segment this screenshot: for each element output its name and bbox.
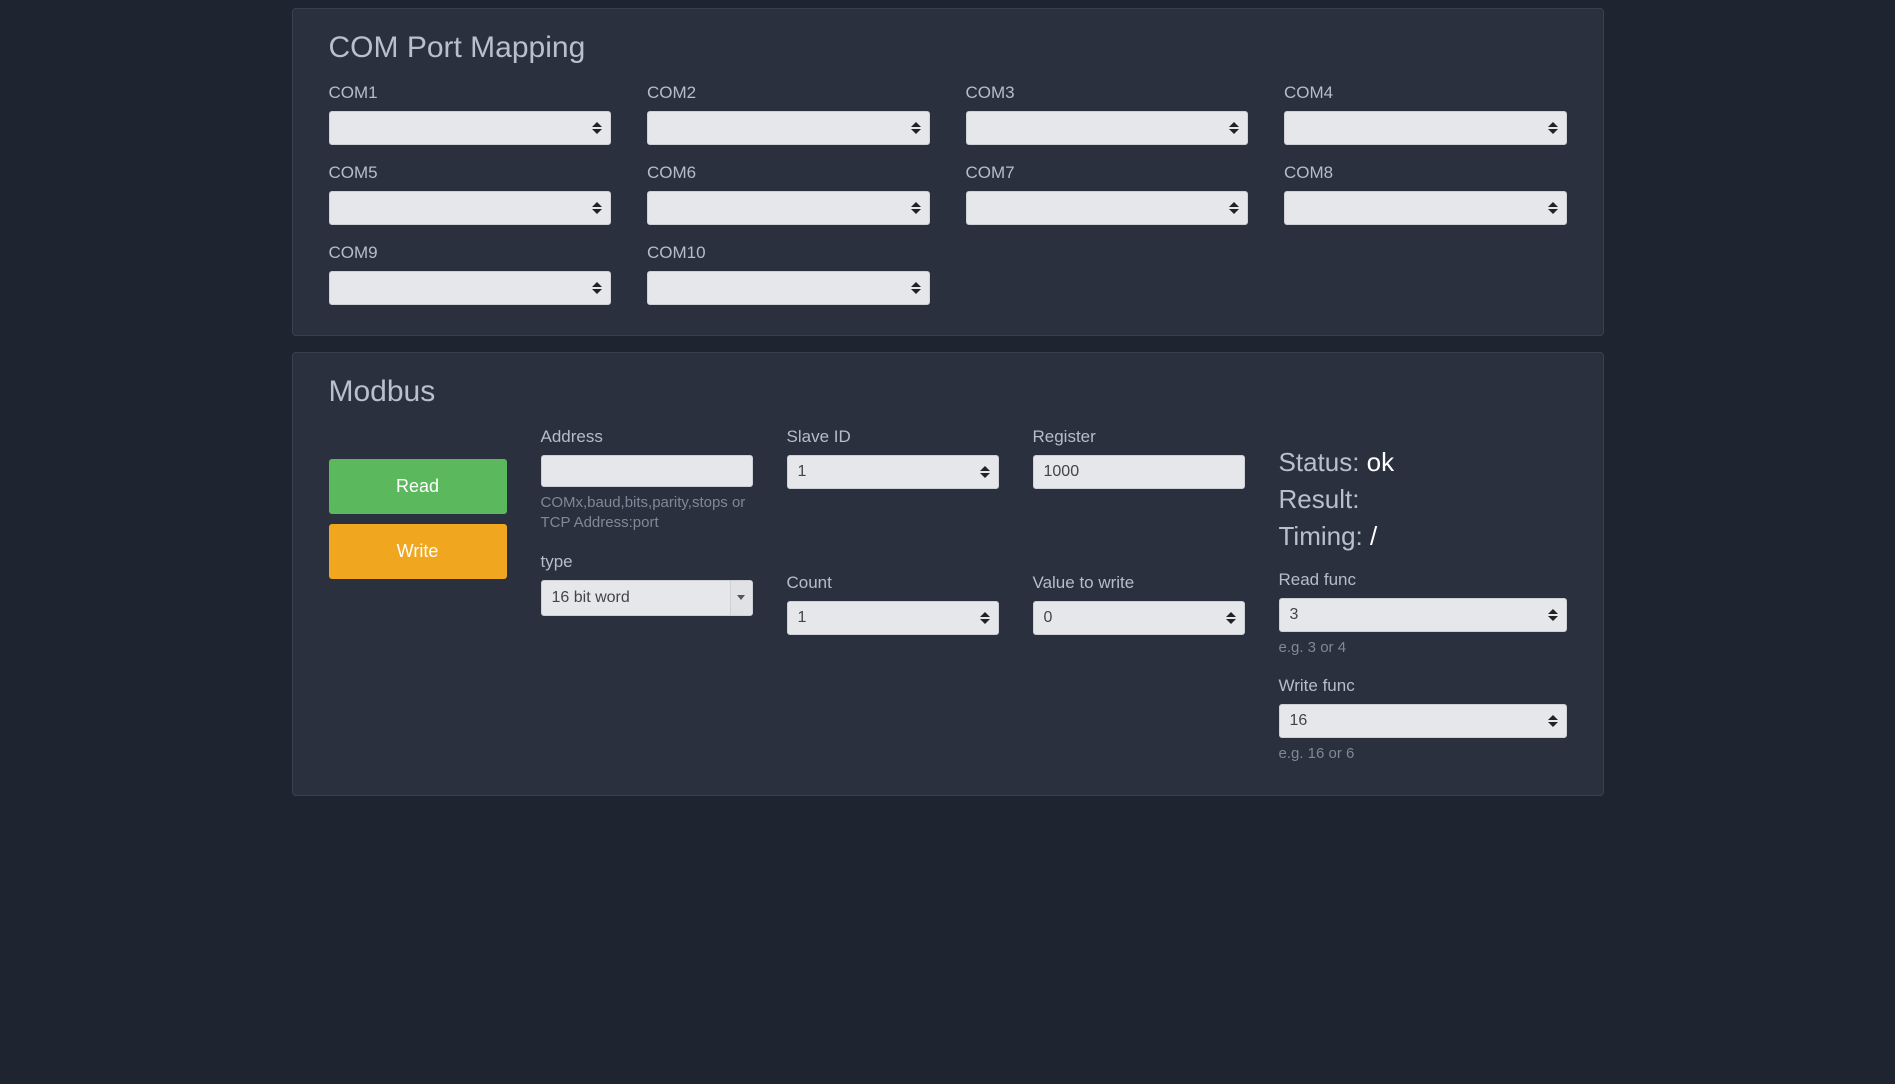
spinner-icon[interactable] [1548, 119, 1560, 137]
result-label: Result: [1279, 484, 1360, 514]
com-port-field: COM6 [647, 163, 930, 225]
com-port-label: COM1 [329, 83, 612, 103]
com-port-label: COM8 [1284, 163, 1567, 183]
read-func-label: Read func [1279, 570, 1567, 590]
spinner-icon[interactable] [592, 119, 604, 137]
com-port-label: COM6 [647, 163, 930, 183]
com-port-input[interactable] [966, 111, 1249, 145]
spinner-icon[interactable] [592, 279, 604, 297]
com-port-field: COM9 [329, 243, 612, 305]
col-address-type: Address COMx,baud,bits,parity,stops or T… [541, 427, 753, 616]
spinner-icon[interactable] [1226, 609, 1238, 627]
register-input[interactable]: 1000 [1033, 455, 1245, 489]
col-register-value: Register 1000 Value to write 0 [1033, 427, 1245, 635]
address-label: Address [541, 427, 753, 447]
spinner-icon[interactable] [1548, 606, 1560, 624]
count-label: Count [787, 573, 999, 593]
spinner-icon[interactable] [1548, 199, 1560, 217]
com-port-field: COM5 [329, 163, 612, 225]
com-port-input[interactable] [966, 191, 1249, 225]
slave-id-value: 1 [798, 463, 807, 481]
com-port-input[interactable] [647, 111, 930, 145]
modbus-title: Modbus [329, 375, 1567, 409]
status-value: ok [1367, 447, 1394, 477]
com-port-mapping-card: COM Port Mapping COM1COM2COM3COM4COM5COM… [292, 8, 1604, 336]
spinner-icon[interactable] [1229, 199, 1241, 217]
spinner-icon[interactable] [980, 463, 992, 481]
timing-label: Timing: [1279, 521, 1371, 551]
com-port-field: COM1 [329, 83, 612, 145]
com-port-input[interactable] [329, 111, 612, 145]
com-port-input[interactable] [1284, 191, 1567, 225]
com-mapping-title: COM Port Mapping [329, 31, 1567, 65]
spinner-icon[interactable] [1548, 712, 1560, 730]
write-func-label: Write func [1279, 676, 1567, 696]
read-func-value: 3 [1290, 606, 1299, 624]
count-value: 1 [798, 609, 807, 627]
count-input[interactable]: 1 [787, 601, 999, 635]
com-port-field: COM7 [966, 163, 1249, 225]
address-input[interactable] [541, 455, 753, 487]
read-button[interactable]: Read [329, 459, 507, 514]
timing-value: / [1370, 521, 1377, 551]
com-port-label: COM10 [647, 243, 930, 263]
modbus-card: Modbus Read Write Address COMx,baud,bits… [292, 352, 1604, 796]
write-button[interactable]: Write [329, 524, 507, 579]
slave-id-input[interactable]: 1 [787, 455, 999, 489]
status-line: Status: ok [1279, 447, 1567, 478]
type-select[interactable]: 16 bit word [541, 580, 753, 616]
write-func-help: e.g. 16 or 6 [1279, 744, 1567, 764]
value-to-write-label: Value to write [1033, 573, 1245, 593]
spinner-icon[interactable] [911, 279, 923, 297]
spinner-icon[interactable] [980, 609, 992, 627]
com-port-field: COM2 [647, 83, 930, 145]
com-port-input[interactable] [329, 191, 612, 225]
chevron-down-icon [730, 581, 752, 615]
com-port-input[interactable] [329, 271, 612, 305]
write-func-input[interactable]: 16 [1279, 704, 1567, 738]
com-port-label: COM7 [966, 163, 1249, 183]
read-func-input[interactable]: 3 [1279, 598, 1567, 632]
register-label: Register [1033, 427, 1245, 447]
com-port-grid: COM1 COM2 COM3 COM4 COM5 COM6 COM7 COM8 COM9 COM1… [329, 83, 1567, 305]
result-line: Result: [1279, 484, 1567, 515]
com-port-label: COM5 [329, 163, 612, 183]
type-value: 16 bit word [542, 581, 730, 615]
status-label: Status: [1279, 447, 1367, 477]
com-port-label: COM9 [329, 243, 612, 263]
com-port-input[interactable] [647, 191, 930, 225]
com-port-label: COM2 [647, 83, 930, 103]
com-port-field: COM4 [1284, 83, 1567, 145]
com-port-label: COM4 [1284, 83, 1567, 103]
status-block: Status: ok Result: Timing: / Read func 3… [1279, 427, 1567, 765]
com-port-field: COM3 [966, 83, 1249, 145]
value-to-write-value: 0 [1044, 609, 1053, 627]
com-port-label: COM3 [966, 83, 1249, 103]
write-func-value: 16 [1290, 712, 1308, 730]
col-slave-count: Slave ID 1 Count 1 [787, 427, 999, 635]
value-to-write-input[interactable]: 0 [1033, 601, 1245, 635]
spinner-icon[interactable] [1229, 119, 1241, 137]
address-help: COMx,baud,bits,parity,stops or TCP Addre… [541, 493, 753, 534]
com-port-input[interactable] [647, 271, 930, 305]
com-port-field: COM8 [1284, 163, 1567, 225]
com-port-input[interactable] [1284, 111, 1567, 145]
register-value: 1000 [1044, 463, 1080, 481]
modbus-buttons: Read Write [329, 427, 507, 589]
type-label: type [541, 552, 753, 572]
spinner-icon[interactable] [911, 199, 923, 217]
com-port-field: COM10 [647, 243, 930, 305]
read-func-help: e.g. 3 or 4 [1279, 638, 1567, 658]
slave-id-label: Slave ID [787, 427, 999, 447]
spinner-icon[interactable] [911, 119, 923, 137]
spinner-icon[interactable] [592, 199, 604, 217]
timing-line: Timing: / [1279, 521, 1567, 552]
